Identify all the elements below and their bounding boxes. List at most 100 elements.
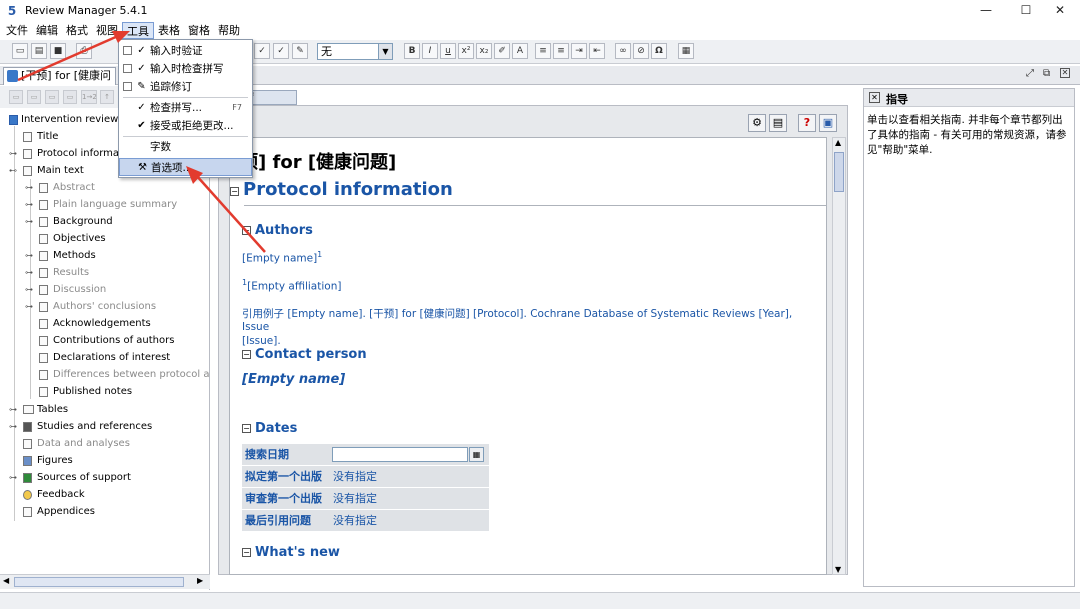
menu-item-spellcheck-as-you-type[interactable]: ✓ 输入时检查拼写 bbox=[119, 60, 252, 78]
expand-icon[interactable]: ⊶ bbox=[9, 145, 19, 162]
section-dates[interactable]: − Dates bbox=[242, 421, 297, 436]
close-document-icon[interactable]: ✕ bbox=[1060, 68, 1070, 78]
menu-tools[interactable]: 工具 bbox=[122, 22, 154, 39]
link-icon[interactable]: ∞ bbox=[615, 43, 631, 59]
edit-icon[interactable]: ▭ bbox=[63, 90, 77, 104]
expand-icon[interactable]: ⊶ bbox=[25, 264, 35, 281]
new-file-icon[interactable]: ▭ bbox=[12, 43, 28, 59]
bullet-list-icon[interactable]: ≡ bbox=[553, 43, 569, 59]
help-icon[interactable]: ? bbox=[798, 114, 816, 132]
superscript-icon[interactable]: x² bbox=[458, 43, 474, 59]
tree-item-figures[interactable]: Figures bbox=[0, 452, 210, 469]
clear-format-icon[interactable]: A bbox=[512, 43, 528, 59]
underline-icon[interactable]: u bbox=[440, 43, 456, 59]
add-icon[interactable]: ▭ bbox=[9, 90, 23, 104]
collapse-icon[interactable]: − bbox=[242, 424, 251, 433]
expand-icon[interactable]: ⊶ bbox=[9, 401, 19, 418]
tree-item-published-notes[interactable]: Published notes bbox=[0, 383, 210, 400]
bold-icon[interactable]: B bbox=[404, 43, 420, 59]
calendar-icon[interactable]: ▦ bbox=[469, 447, 484, 462]
expand-icon[interactable]: ⊶ bbox=[25, 179, 35, 196]
document-tab[interactable]: [干预] for [健康问题] bbox=[3, 67, 116, 98]
collapse-icon[interactable]: ⊷ bbox=[9, 162, 19, 179]
find-icon[interactable]: ▭ bbox=[45, 90, 59, 104]
tree-item-authors-conclusions[interactable]: ⊶ Authors' conclusions bbox=[0, 298, 210, 315]
preview-icon[interactable]: ▣ bbox=[819, 114, 837, 132]
tree-item-tables[interactable]: ⊶ Tables bbox=[0, 401, 210, 418]
print-icon[interactable]: ⎙ bbox=[76, 43, 92, 59]
menu-help[interactable]: 帮助 bbox=[214, 22, 244, 39]
tree-item-feedback[interactable]: Feedback bbox=[0, 486, 210, 503]
symbol-icon[interactable]: Ω bbox=[651, 43, 667, 59]
menu-item-validate-as-you-type[interactable]: ✓ 输入时验证 bbox=[119, 42, 252, 60]
link-settings-icon[interactable]: ⚙ bbox=[748, 114, 766, 132]
table-icon[interactable]: ▦ bbox=[678, 43, 694, 59]
tree-item-contributions-of-authors[interactable]: Contributions of authors bbox=[0, 332, 210, 349]
move-up-icon[interactable]: ↑ bbox=[100, 90, 114, 104]
unlink-icon[interactable]: ⊘ bbox=[633, 43, 649, 59]
author-name[interactable]: [Empty name]1 bbox=[242, 250, 322, 265]
scroll-thumb[interactable] bbox=[834, 152, 844, 192]
tree-item-background[interactable]: ⊶ Background bbox=[0, 213, 210, 230]
tree-item-acknowledgements[interactable]: Acknowledgements bbox=[0, 315, 210, 332]
properties-icon[interactable]: ▭ bbox=[27, 90, 41, 104]
checkbox[interactable] bbox=[123, 64, 132, 73]
checkbox[interactable] bbox=[123, 46, 132, 55]
date-value[interactable]: 没有指定 bbox=[330, 510, 489, 531]
document-content[interactable]: 预] for [健康问题] − Protocol information − Aut… bbox=[229, 137, 827, 575]
tree-item-differences[interactable]: Differences between protocol and re bbox=[0, 366, 210, 383]
chevron-down-icon[interactable]: ▼ bbox=[378, 44, 392, 59]
spellcheck-typing-icon[interactable]: ✓ bbox=[273, 43, 289, 59]
tree-item-objectives[interactable]: Objectives bbox=[0, 230, 210, 247]
indent-icon[interactable]: ⇥ bbox=[571, 43, 587, 59]
menu-item-word-count[interactable]: 字数 bbox=[119, 138, 252, 156]
expand-icon[interactable]: ⊶ bbox=[25, 196, 35, 213]
open-folder-icon[interactable]: ▤ bbox=[31, 43, 47, 59]
menu-table[interactable]: 表格 bbox=[154, 22, 184, 39]
menu-pane[interactable]: 窗格 bbox=[184, 22, 214, 39]
tree-item-plain-language-summary[interactable]: ⊶ Plain language summary bbox=[0, 196, 210, 213]
numbered-list-icon[interactable]: ≡ bbox=[535, 43, 551, 59]
scroll-up-icon[interactable]: ▲ bbox=[835, 138, 841, 147]
menu-edit[interactable]: 编辑 bbox=[32, 22, 62, 39]
menu-item-track-changes[interactable]: ✎ 追踪修订 bbox=[119, 78, 252, 96]
menu-view[interactable]: 视图 bbox=[92, 22, 122, 39]
italic-icon[interactable]: I bbox=[422, 43, 438, 59]
tree-item-results[interactable]: ⊶ Results bbox=[0, 264, 210, 281]
tree-item-methods[interactable]: ⊶ Methods bbox=[0, 247, 210, 264]
expand-icon[interactable]: ⊶ bbox=[25, 298, 35, 315]
document-vertical-scrollbar[interactable]: ▲ ▼ bbox=[832, 137, 846, 575]
subscript-icon[interactable]: x₂ bbox=[476, 43, 492, 59]
spellcheck-icon[interactable]: ✓ bbox=[254, 43, 270, 59]
close-guide-icon[interactable]: ✕ bbox=[869, 92, 880, 103]
expand-icon[interactable]: ⊶ bbox=[9, 418, 19, 435]
collapse-icon[interactable]: − bbox=[242, 548, 251, 557]
expand-icon[interactable]: ⊶ bbox=[25, 281, 35, 298]
menu-item-preferences[interactable]: ⚒ 首选项... bbox=[119, 158, 252, 176]
checkbox[interactable] bbox=[123, 82, 132, 91]
tree-item-declarations-of-interest[interactable]: Declarations of interest bbox=[0, 349, 210, 366]
section-contact-person[interactable]: − Contact person bbox=[242, 347, 367, 362]
save-icon[interactable]: ■ bbox=[50, 43, 66, 59]
section-whats-new[interactable]: − What's new bbox=[242, 545, 340, 560]
outdent-icon[interactable]: ⇤ bbox=[589, 43, 605, 59]
style-select[interactable]: 无 ▼ bbox=[317, 43, 393, 60]
float-window-icon[interactable]: ⧉ bbox=[1043, 68, 1050, 79]
expand-icon[interactable]: ⊶ bbox=[25, 213, 35, 230]
track-changes-icon[interactable]: ✎ bbox=[292, 43, 308, 59]
date-value[interactable]: 没有指定 bbox=[330, 466, 489, 487]
collapse-icon[interactable]: − bbox=[242, 350, 251, 359]
expand-icon[interactable]: ⊶ bbox=[25, 247, 35, 264]
tree-item-discussion[interactable]: ⊶ Discussion bbox=[0, 281, 210, 298]
expand-icon[interactable]: ⊶ bbox=[9, 469, 19, 486]
tree-item-appendices[interactable]: Appendices bbox=[0, 503, 210, 520]
scroll-left-icon[interactable]: ◀ bbox=[3, 576, 9, 585]
search-date-input[interactable] bbox=[332, 447, 468, 462]
section-authors[interactable]: − Authors bbox=[242, 223, 313, 238]
date-value[interactable]: 没有指定 bbox=[330, 488, 489, 509]
collapse-icon[interactable]: − bbox=[230, 187, 239, 196]
notes-icon[interactable]: ▤ bbox=[769, 114, 787, 132]
tree-item-data-and-analyses[interactable]: Data and analyses bbox=[0, 435, 210, 452]
collapse-icon[interactable]: − bbox=[242, 226, 251, 235]
tree-item-sources-of-support[interactable]: ⊶ Sources of support bbox=[0, 469, 210, 486]
